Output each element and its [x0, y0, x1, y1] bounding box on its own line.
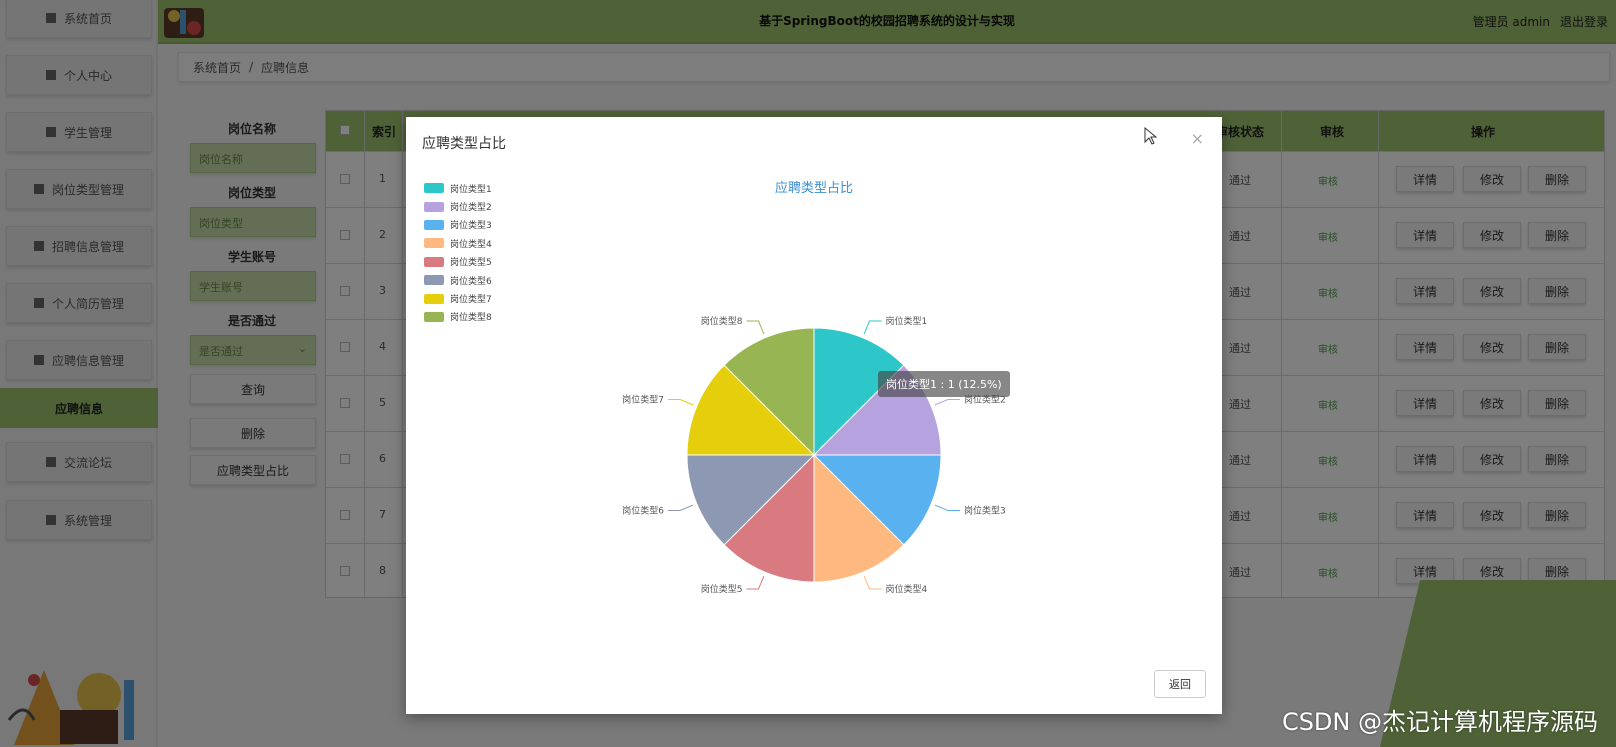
- legend-label: 岗位类型3: [450, 221, 492, 232]
- slice-label: 岗位类型5: [701, 583, 743, 595]
- chart-tooltip: 岗位类型1 : 1 (12.5%): [878, 371, 1010, 397]
- legend-label: 岗位类型6: [450, 276, 492, 287]
- legend-item[interactable]: 岗位类型8: [424, 308, 492, 326]
- slice-label: 岗位类型1: [885, 315, 927, 327]
- legend-label: 岗位类型2: [450, 203, 492, 214]
- slice-label: 岗位类型3: [964, 504, 1006, 516]
- slice-label-line: [863, 320, 882, 335]
- legend-label: 岗位类型8: [450, 313, 492, 324]
- legend-item[interactable]: 岗位类型3: [424, 216, 492, 234]
- legend-swatch: [424, 293, 444, 304]
- legend-label: 岗位类型5: [450, 258, 492, 269]
- chart-legend: 岗位类型1 岗位类型2 岗位类型3 岗位类型4 岗位类型5 岗位类型6 岗位类型7 岗位类型8: [424, 179, 492, 326]
- legend-swatch: [424, 275, 444, 286]
- legend-label: 岗位类型7: [450, 295, 492, 306]
- legend-item[interactable]: 岗位类型2: [424, 197, 492, 215]
- legend-item[interactable]: 岗位类型7: [424, 289, 492, 307]
- legend-swatch: [424, 238, 444, 249]
- legend-swatch: [424, 183, 444, 194]
- legend-label: 岗位类型4: [450, 239, 492, 250]
- slice-label-line: [746, 575, 765, 590]
- slice-label-line: [746, 320, 765, 335]
- slice-label: 岗位类型4: [885, 583, 927, 595]
- pie-chart[interactable]: 岗位类型1 岗位类型2 岗位类型3 岗位类型4 岗位类型5 岗位类型6 岗位类型7 岗位类型8: [406, 117, 1222, 714]
- chart-title: 应聘类型占比: [774, 181, 853, 196]
- slice-label-line: [668, 399, 694, 406]
- slice-label: 岗位类型7: [622, 394, 664, 406]
- return-button[interactable]: 返回: [1154, 670, 1206, 698]
- slice-label-line: [668, 504, 694, 511]
- watermark: CSDN @杰记计算机程序源码: [1281, 708, 1598, 736]
- slice-label-line: [934, 504, 960, 511]
- legend-swatch: [424, 201, 444, 212]
- slice-label-line: [863, 575, 882, 590]
- ratio-modal: 应聘类型占比 × 岗位类型1 岗位类型2 岗位类型3 岗位类型4 岗位类型5 岗位类型6 岗…: [406, 117, 1222, 714]
- legend-item[interactable]: 岗位类型4: [424, 234, 492, 252]
- legend-label: 岗位类型1: [450, 184, 492, 195]
- legend-swatch: [424, 256, 444, 267]
- legend-item[interactable]: 岗位类型6: [424, 271, 492, 289]
- slice-label-line: [934, 399, 960, 406]
- legend-item[interactable]: 岗位类型1: [424, 179, 492, 197]
- slice-label: 岗位类型6: [622, 504, 664, 516]
- legend-item[interactable]: 岗位类型5: [424, 253, 492, 271]
- legend-swatch: [424, 311, 444, 322]
- legend-swatch: [424, 219, 444, 230]
- slice-label: 岗位类型8: [701, 315, 743, 327]
